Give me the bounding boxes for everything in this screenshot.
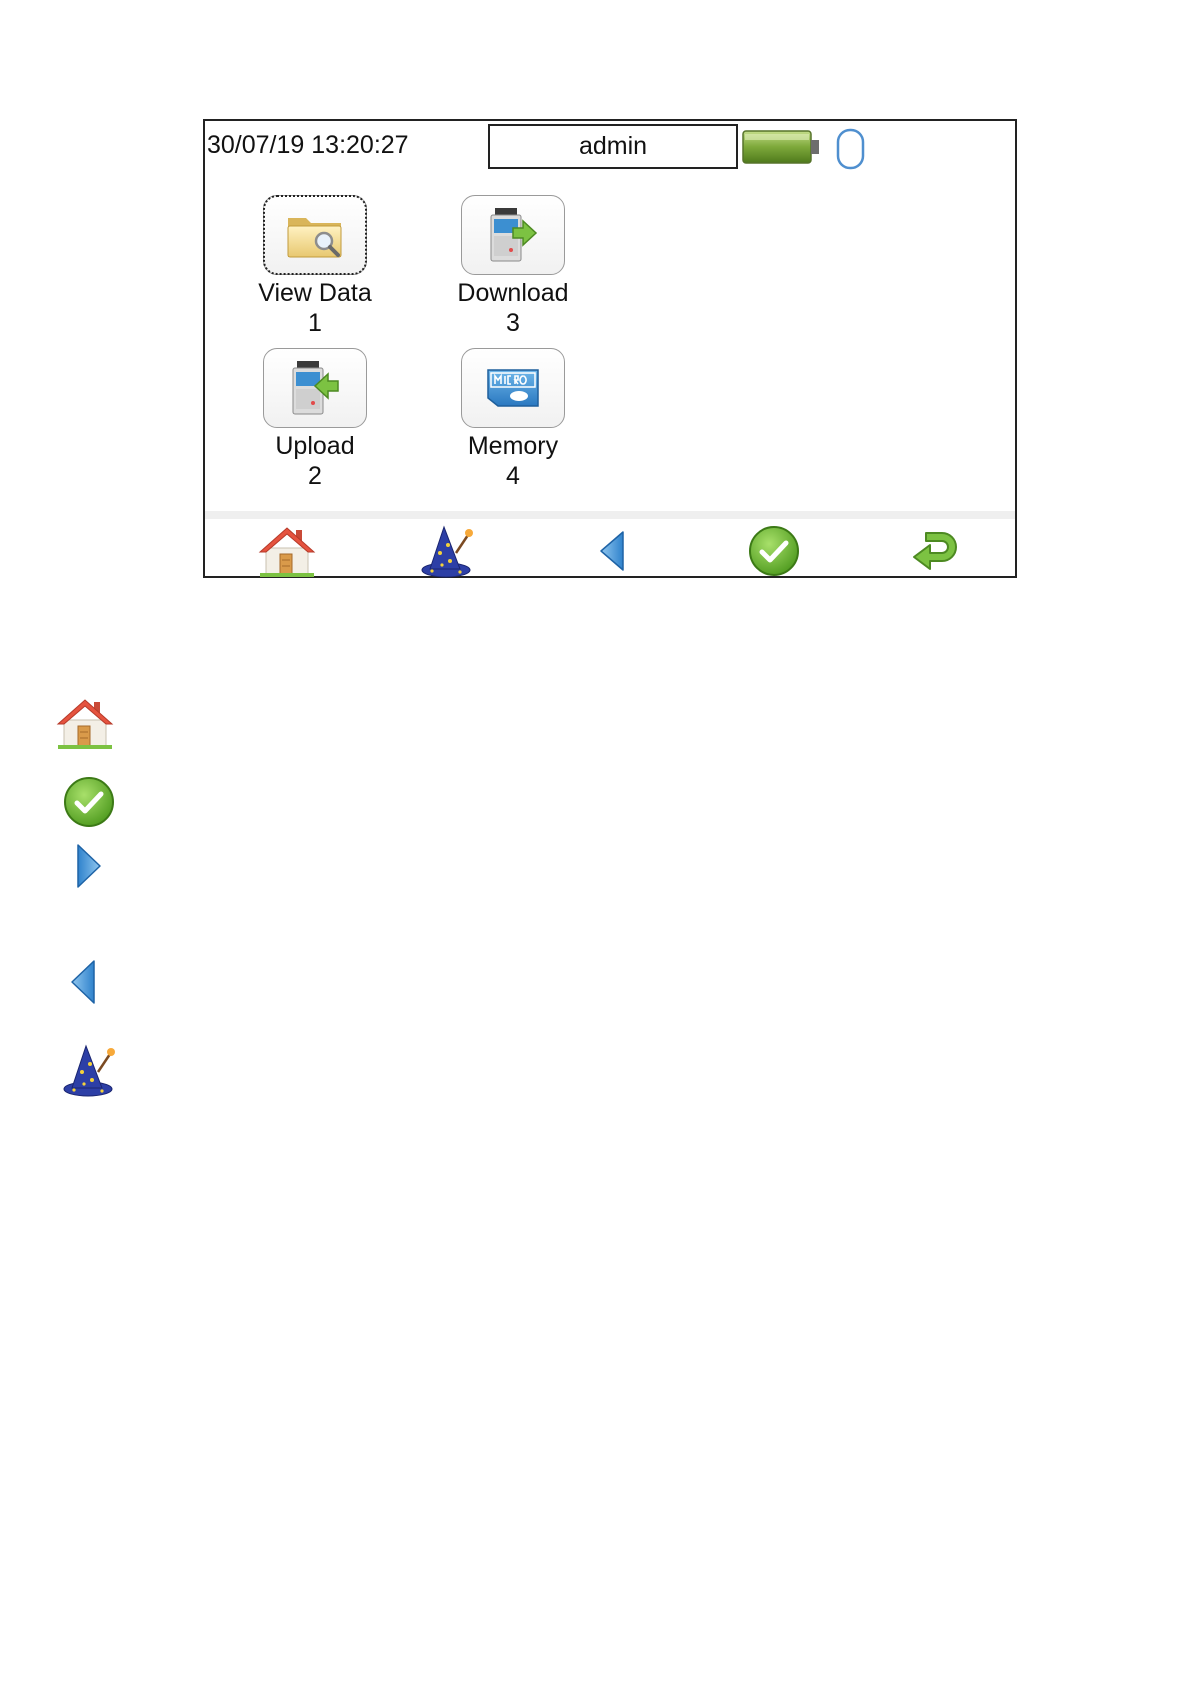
view-data-label: View Data bbox=[258, 279, 372, 307]
wizard-hat-icon bbox=[421, 525, 473, 578]
wizard-hat-icon bbox=[63, 1044, 115, 1097]
menu-item-download[interactable]: Download 3 bbox=[433, 195, 593, 338]
legend-left-arrow bbox=[68, 958, 98, 1011]
home-icon bbox=[258, 527, 316, 577]
folder-search-icon bbox=[287, 218, 342, 258]
menu-item-upload[interactable]: Upload 2 bbox=[235, 348, 395, 491]
memory-label: Memory bbox=[467, 432, 559, 460]
wizard-button[interactable] bbox=[418, 523, 480, 579]
home-icon bbox=[56, 699, 114, 749]
check-icon bbox=[749, 526, 799, 576]
datetime-display: 30/07/19 13:20:27 bbox=[207, 131, 409, 159]
view-data-button[interactable] bbox=[263, 195, 367, 275]
return-button[interactable] bbox=[905, 523, 967, 579]
legend-home bbox=[56, 696, 114, 755]
upload-button[interactable] bbox=[263, 348, 367, 428]
upload-number: 2 bbox=[308, 462, 322, 490]
left-arrow-icon bbox=[71, 960, 95, 1004]
device-upload-icon bbox=[292, 361, 339, 415]
download-label: Download bbox=[457, 279, 569, 307]
device-screen: 30/07/19 13:20:27 admin View Data 1 Down… bbox=[203, 119, 1017, 578]
download-number: 3 bbox=[506, 309, 520, 337]
memory-button[interactable] bbox=[461, 348, 565, 428]
legend-check bbox=[62, 775, 116, 834]
legend-right-arrow bbox=[74, 842, 104, 895]
view-data-number: 1 bbox=[308, 309, 322, 337]
legend-wizard bbox=[62, 1042, 120, 1103]
check-icon bbox=[64, 777, 114, 827]
download-button[interactable] bbox=[461, 195, 565, 275]
return-icon bbox=[913, 532, 957, 570]
left-arrow-icon bbox=[600, 531, 624, 571]
back-button[interactable] bbox=[581, 523, 643, 579]
device-download-icon bbox=[490, 208, 538, 262]
menu-item-memory[interactable]: Memory 4 bbox=[433, 348, 593, 491]
bottom-toolbar bbox=[205, 511, 1015, 584]
confirm-button[interactable] bbox=[743, 523, 805, 579]
upload-label: Upload bbox=[275, 432, 355, 460]
right-arrow-icon bbox=[77, 844, 101, 888]
user-field[interactable]: admin bbox=[488, 124, 738, 169]
battery-icon bbox=[742, 130, 819, 164]
memory-number: 4 bbox=[506, 462, 520, 490]
sd-slot-icon bbox=[836, 128, 865, 170]
micro-sd-icon bbox=[487, 369, 539, 407]
menu-item-view-data[interactable]: View Data 1 bbox=[235, 195, 395, 338]
home-button[interactable] bbox=[256, 523, 318, 579]
